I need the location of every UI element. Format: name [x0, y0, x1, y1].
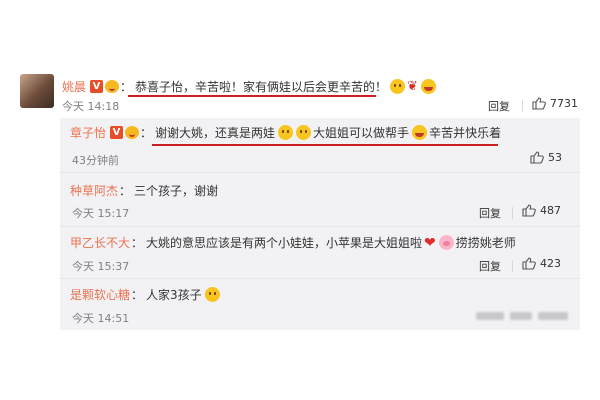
blurred-watermark [476, 312, 504, 320]
colon: ： [119, 184, 132, 198]
thumbs-up-icon [532, 97, 546, 110]
reply-text: 人家3孩子 [146, 288, 202, 302]
reply-button[interactable]: 回复 [479, 205, 501, 221]
red-underline [152, 144, 498, 146]
reply-item: 种草阿杰 ： 三个孩子，谢谢 [70, 182, 218, 199]
like-button[interactable]: 423 [522, 257, 561, 270]
username[interactable]: 章子怡 [70, 124, 106, 141]
thumbs-up-icon [522, 257, 536, 270]
main-comment: 姚晨 V ： 恭喜子怡，辛苦啦！家有俩娃以后会更辛苦的！ ❦ [62, 76, 436, 96]
red-underline [128, 95, 376, 97]
like-button[interactable]: 487 [522, 204, 561, 217]
reply-text: 捞捞姚老师 [455, 236, 516, 250]
verified-badge-icon: V [110, 126, 124, 139]
smile-emoji-icon [412, 125, 428, 140]
reply-item: 甲乙长不大 ： 大姚的意思应该是有两个小娃娃，小苹果是大姐姐啦 ❤ 捞捞姚老师 [70, 234, 516, 251]
divider [522, 100, 523, 112]
comment-text: 恭喜子怡，辛苦啦！家有俩娃以后会更辛苦的！ [135, 79, 388, 94]
thumbs-up-icon [522, 204, 536, 217]
like-button[interactable]: 7731 [532, 97, 578, 110]
username[interactable]: 甲乙长不大 [70, 234, 130, 251]
divider [512, 260, 513, 272]
reply-button[interactable]: 回复 [488, 98, 510, 114]
timestamp: 43分钟前 [72, 154, 119, 167]
colon: ： [140, 126, 153, 140]
divider [512, 207, 513, 219]
reply-text: 辛苦并快乐着 [429, 126, 502, 140]
smile-emoji-icon [204, 287, 220, 302]
username[interactable]: 是颗软心糖 [70, 286, 130, 303]
like-count: 7731 [550, 97, 578, 110]
timestamp: 今天 14:18 [62, 100, 120, 113]
colon: ： [131, 236, 144, 250]
laugh-emoji-icon [420, 78, 436, 94]
like-count: 423 [540, 257, 561, 270]
reply-text: 三个孩子，谢谢 [134, 184, 219, 198]
grin-emoji-icon [278, 125, 294, 140]
avatar[interactable] [20, 74, 54, 108]
timestamp: 今天 15:37 [72, 260, 130, 273]
verified-badge-icon: V [90, 79, 104, 93]
blurred-watermark [538, 312, 568, 320]
reply-item: 章子怡 V ： 谢谢大姚，还真是两娃 大姐姐可以做帮手 辛苦并快乐着 [70, 124, 501, 141]
hug-emoji-icon [390, 78, 406, 94]
reply-text: 大姚的意思应该是有两个小娃娃，小苹果是大姐姐啦 [146, 236, 423, 250]
reply-text: 大姐姐可以做帮手 [313, 126, 410, 140]
divider [60, 278, 580, 279]
heart-emoji-icon: ❤ [424, 234, 436, 251]
reply-item: 是颗软心糖 ： 人家3孩子 [70, 286, 220, 303]
pig-emoji-icon [438, 235, 454, 250]
grin-emoji-icon [296, 125, 312, 140]
like-button[interactable]: 53 [530, 151, 562, 164]
divider [60, 172, 580, 173]
colon: ： [120, 79, 133, 94]
member-icon [105, 79, 120, 93]
member-icon [125, 126, 140, 139]
timestamp: 今天 15:17 [72, 207, 130, 220]
thumbs-up-icon [530, 151, 544, 164]
timestamp: 今天 14:51 [72, 312, 130, 325]
blurred-watermark [510, 312, 532, 320]
reply-text: 谢谢大姚，还真是两娃 [155, 126, 276, 140]
like-count: 53 [548, 151, 562, 164]
rose-emoji-icon: ❦ [407, 78, 418, 94]
reply-button[interactable]: 回复 [479, 258, 501, 274]
colon: ： [131, 288, 144, 302]
username[interactable]: 种草阿杰 [70, 182, 118, 199]
like-count: 487 [540, 204, 561, 217]
divider [60, 226, 580, 227]
username[interactable]: 姚晨 [62, 78, 86, 95]
